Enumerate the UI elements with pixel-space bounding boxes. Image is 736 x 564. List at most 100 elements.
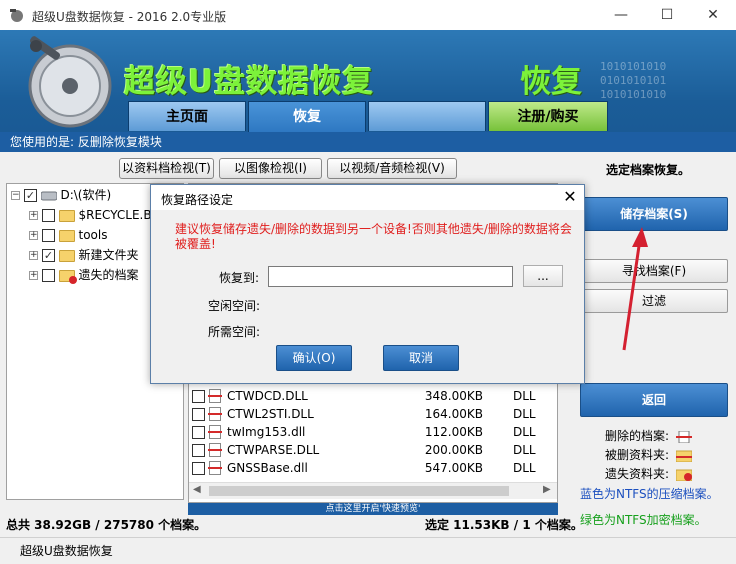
file-name: CTWDCD.DLL (227, 389, 308, 403)
legend-blue-ntfs: 蓝色为NTFS的压缩档案。 (580, 487, 719, 501)
quick-preview-hint[interactable]: 点击这里开启'快速预览' (188, 503, 558, 515)
deleted-file-icon (208, 389, 222, 403)
tree-item-new-folder[interactable]: + 新建文件夹 (29, 246, 139, 265)
scroll-right-icon[interactable]: ▶ (543, 484, 551, 495)
folder-icon (58, 249, 75, 262)
tab-home[interactable]: 主页面 (128, 101, 246, 131)
drive-icon (40, 191, 58, 200)
tree-item-checkbox[interactable] (41, 247, 55, 265)
file-checkbox[interactable] (192, 444, 205, 457)
window-title: 超级U盘数据恢复 - 2016 2.0专业版 (32, 10, 227, 24)
tree-item-checkbox[interactable] (41, 269, 55, 282)
tab-blank[interactable] (368, 101, 486, 131)
file-checkbox[interactable] (192, 408, 205, 421)
module-bar: 您使用的是: 反删除恢复模块 (0, 132, 736, 152)
tree-item-label: 新建文件夹 (78, 248, 139, 262)
tree-item-checkbox[interactable] (41, 209, 55, 222)
collapse-icon[interactable]: − (11, 191, 20, 200)
list-item[interactable]: GNSSBase.dll 547.00KB DLL (191, 459, 551, 477)
file-type: DLL (513, 425, 536, 439)
deleted-file-icon (675, 430, 692, 443)
horizontal-scrollbar[interactable]: ◀ ▶ (189, 482, 557, 499)
status-bar: 超级U盘数据恢复 (0, 537, 736, 563)
brand-title: 超级U盘数据恢复 (124, 64, 375, 100)
file-type: DLL (513, 389, 536, 403)
select-recover-label: 选定档案恢复。 (606, 163, 691, 177)
file-checkbox[interactable] (192, 426, 205, 439)
file-type: DLL (513, 443, 536, 457)
legend-deleted-folder-label: 被删资料夹: (605, 448, 670, 462)
scroll-left-icon[interactable]: ◀ (193, 484, 201, 495)
app-icon (10, 9, 23, 22)
tree-root-checkbox[interactable] (23, 187, 37, 205)
expand-icon[interactable]: + (29, 251, 38, 260)
file-type: DLL (513, 407, 536, 421)
deleted-file-icon (208, 443, 222, 457)
lost-folder-icon (675, 469, 692, 481)
file-size: 200.00KB (424, 443, 483, 457)
cancel-button[interactable]: 取消 (383, 345, 459, 371)
file-checkbox[interactable] (192, 462, 205, 475)
list-item[interactable]: twImg153.dll 112.00KB DLL (191, 423, 551, 441)
expand-icon[interactable]: + (29, 211, 38, 220)
confirm-button[interactable]: 确认(O) (276, 345, 352, 371)
file-size: 547.00KB (424, 461, 483, 475)
expand-icon[interactable]: + (29, 231, 38, 240)
file-checkbox[interactable] (192, 390, 205, 403)
file-name: twImg153.dll (227, 425, 306, 439)
filter-button[interactable]: 过滤 (580, 289, 728, 313)
file-name: CTWL2STI.DLL (227, 407, 314, 421)
tree-item-tools[interactable]: + tools (29, 226, 107, 244)
file-size: 348.00KB (424, 389, 483, 403)
restore-path-input[interactable] (268, 266, 513, 287)
scroll-thumb[interactable] (209, 486, 509, 496)
tree-item-checkbox[interactable] (41, 229, 55, 242)
selected-files-status: 选定 11.53KB / 1 个档案。 (425, 518, 583, 532)
minimize-button[interactable]: — (598, 0, 644, 30)
lost-folder-icon (58, 269, 77, 284)
title-bar: 超级U盘数据恢复 - 2016 2.0专业版 — ☐ ✕ (0, 0, 736, 30)
browse-button[interactable]: ... (523, 265, 563, 287)
deleted-file-icon (208, 407, 222, 421)
required-space-label: 所需空间: (208, 325, 261, 339)
binary-decoration: 1010101010 0101010101 1010101010 (600, 60, 667, 101)
tab-recover[interactable]: 恢复 (248, 101, 366, 132)
dialog-close-button[interactable]: ✕ (559, 187, 581, 207)
legend-deleted-file: 删除的档案: (605, 427, 692, 445)
file-type: DLL (513, 461, 536, 475)
image-view-button[interactable]: 以图像检视(I) (219, 158, 322, 179)
brand-title-overlay: 恢复 (520, 64, 582, 100)
video-audio-view-button[interactable]: 以视频/音频检视(V) (327, 158, 457, 179)
tree-item-lost-files[interactable]: + 遗失的档案 (29, 266, 139, 284)
restore-path-dialog: 恢复路径设定 ✕ 建议恢复储存遗失/删除的数据到另一个设备!否则其他遗失/删除的… (150, 184, 585, 384)
tree-root-label: D:\(软件) (60, 188, 112, 202)
expand-icon[interactable]: + (29, 271, 38, 280)
back-button[interactable]: 返回 (580, 383, 728, 417)
deleted-folder-icon (675, 450, 692, 462)
legend-lost-folder: 遗失资料夹: (605, 465, 692, 483)
find-files-button[interactable]: 寻找档案(F) (580, 259, 728, 283)
save-files-button[interactable]: 储存档案(S) (580, 197, 728, 231)
red-arrow-annotation (622, 227, 648, 351)
restore-to-label: 恢复到: (219, 271, 260, 285)
doc-view-button[interactable]: 以资料档检视(T) (119, 158, 214, 179)
legend-deleted-label: 删除的档案: (605, 429, 670, 443)
tree-item-recycle[interactable]: + $RECYCLE.BIN (29, 206, 164, 224)
tree-item-label: tools (78, 228, 108, 242)
folder-icon (58, 209, 75, 222)
legend-lost-folder-label: 遗失资料夹: (605, 467, 670, 481)
tree-item-label: 遗失的档案 (78, 268, 139, 282)
tab-register-buy[interactable]: 注册/购买 (488, 101, 608, 131)
dialog-title: 恢复路径设定 (161, 193, 234, 207)
list-item[interactable]: CTWL2STI.DLL 164.00KB DLL (191, 405, 551, 423)
folder-icon (58, 229, 75, 242)
deleted-file-icon (208, 461, 222, 475)
tree-root[interactable]: − D:\(软件) (11, 186, 112, 205)
list-item[interactable]: CTWPARSE.DLL 200.00KB DLL (191, 441, 551, 459)
list-item[interactable]: CTWDCD.DLL 348.00KB DLL (191, 387, 551, 405)
close-button[interactable]: ✕ (690, 0, 736, 30)
legend-deleted-folder: 被删资料夹: (605, 446, 692, 464)
deleted-file-icon (208, 425, 222, 439)
hard-disk-icon (28, 36, 112, 128)
maximize-button[interactable]: ☐ (644, 0, 690, 30)
